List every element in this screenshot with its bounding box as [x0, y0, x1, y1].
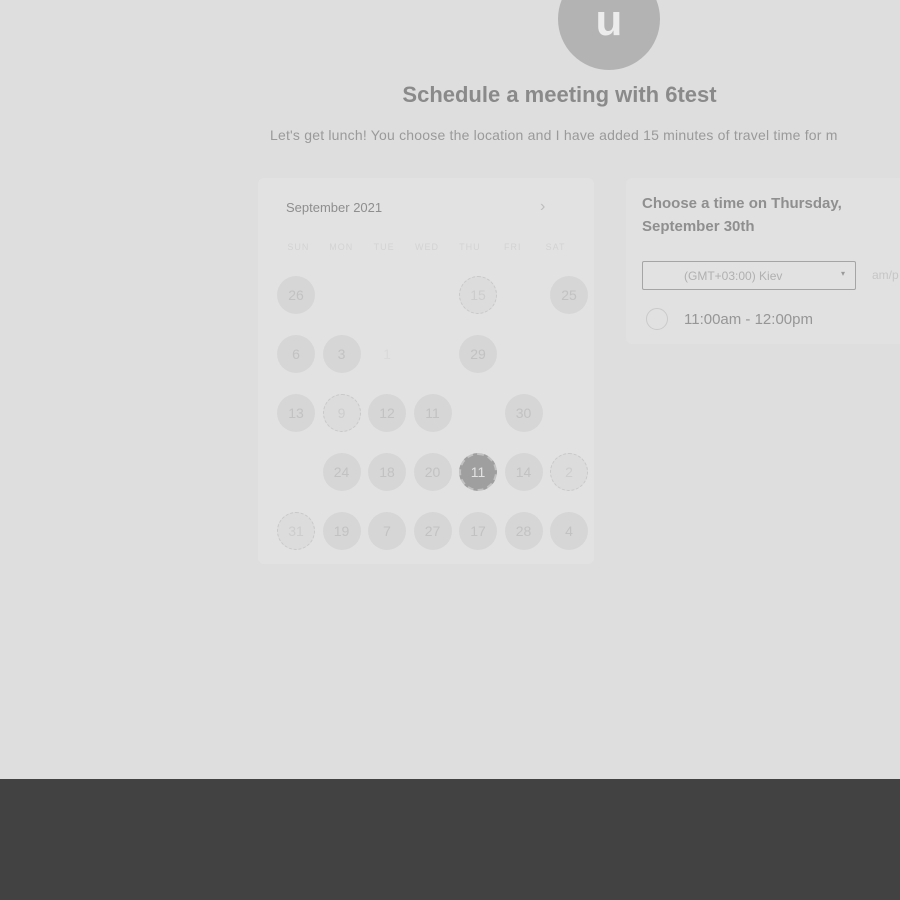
weekday-label: WED: [415, 242, 439, 252]
calendar-day: [414, 335, 452, 373]
calendar-day: [368, 276, 406, 314]
weekday-label: FRI: [503, 242, 522, 252]
calendar-grid: 26 15 25 6 3 1 29 13 9 12 11 30 24 18 20…: [277, 276, 597, 571]
avatar-letter: u: [595, 0, 623, 45]
calendar-day: [550, 394, 588, 432]
weekday-label: MON: [329, 242, 354, 252]
calendar-day[interactable]: 12: [368, 394, 406, 432]
calendar-day[interactable]: 20: [413, 453, 452, 491]
calendar-day[interactable]: 27: [413, 512, 452, 550]
host-avatar: u: [558, 0, 660, 70]
calendar-day[interactable]: 24: [322, 453, 361, 491]
calendar-day: 1: [383, 346, 391, 362]
time-panel-heading: Choose a time on Thursday, September 30t…: [642, 195, 842, 235]
calendar-day[interactable]: 31: [277, 512, 315, 550]
calendar-day: [505, 335, 543, 373]
radio-button[interactable]: [646, 308, 668, 330]
calendar-day[interactable]: 11: [413, 394, 452, 432]
calendar-day[interactable]: 14: [504, 453, 543, 491]
footer-overlay: [0, 779, 900, 900]
booking-page: u Schedule a meeting with 6test Let's ge…: [0, 0, 900, 779]
calendar-day[interactable]: 17: [459, 512, 497, 550]
calendar-week: 24 18 20 11 14 2: [277, 453, 597, 512]
calendar-day-selected[interactable]: 11: [459, 453, 497, 491]
page-title: Schedule a meeting with 6test: [402, 82, 717, 107]
calendar-day[interactable]: 25: [550, 276, 588, 314]
time-picker-panel: Choose a time on Thursday, September 30t…: [626, 178, 900, 344]
calendar-day: [323, 276, 361, 314]
calendar-day[interactable]: 3: [322, 335, 361, 373]
meeting-description: Let's get lunch! You choose the location…: [270, 127, 838, 143]
weekday-label: SUN: [287, 242, 310, 252]
calendar-day[interactable]: 29: [459, 335, 497, 373]
date-picker: September 2021 › SUN MON TUE WED THU FRI…: [258, 178, 594, 564]
weekday-label: SAT: [545, 242, 566, 252]
calendar-day: [414, 276, 452, 314]
calendar-day[interactable]: 9: [322, 394, 361, 432]
calendar-day[interactable]: 26: [277, 276, 315, 314]
calendar-day[interactable]: 6: [277, 335, 315, 373]
calendar-week: 26 15 25: [277, 276, 597, 335]
time-format-toggle[interactable]: am/p: [872, 268, 899, 282]
calendar-day[interactable]: 28: [504, 512, 543, 550]
calendar-day: [505, 276, 543, 314]
timezone-select[interactable]: (GMT+03:00) Kiev ▾: [642, 261, 856, 290]
calendar-day[interactable]: 4: [550, 512, 588, 550]
calendar-week: 13 9 12 11 30: [277, 394, 597, 453]
calendar-day: [459, 394, 497, 432]
caret-down-icon: ▾: [840, 269, 845, 278]
calendar-day[interactable]: 15: [459, 276, 497, 314]
time-slot-option[interactable]: 11:00am - 12:00pm: [646, 308, 813, 330]
calendar-day[interactable]: 30: [504, 394, 543, 432]
calendar-day[interactable]: 19: [322, 512, 361, 550]
calendar-day[interactable]: 18: [368, 453, 406, 491]
calendar-day: [277, 453, 315, 491]
timezone-value: (GMT+03:00) Kiev: [684, 268, 783, 283]
weekday-header: SUN MON TUE WED THU FRI SAT: [277, 242, 577, 252]
weekday-label: TUE: [373, 242, 395, 252]
calendar-day[interactable]: 2: [550, 453, 588, 491]
calendar-week: 6 3 1 29: [277, 335, 597, 394]
weekday-label: THU: [459, 242, 481, 252]
calendar-day[interactable]: 7: [368, 512, 406, 550]
calendar-day: [550, 335, 588, 373]
chevron-right-icon[interactable]: ›: [540, 198, 545, 216]
calendar-week: 31 19 7 27 17 28 4: [277, 512, 597, 571]
calendar-month-label: September 2021: [286, 200, 383, 215]
time-slot-label: 11:00am - 12:00pm: [684, 310, 813, 328]
calendar-day[interactable]: 13: [277, 394, 315, 432]
